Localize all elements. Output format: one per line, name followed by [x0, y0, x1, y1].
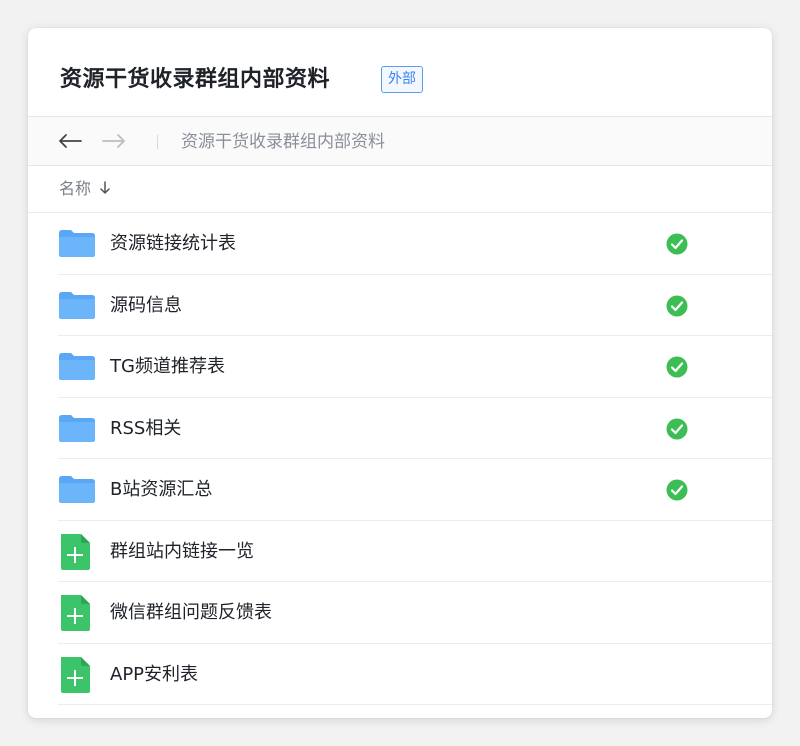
arrow-right-icon — [102, 134, 125, 148]
item-name: APP安利表 — [110, 663, 199, 685]
forward-button[interactable] — [100, 127, 128, 155]
item-name: 源码信息 — [110, 294, 182, 316]
sheet-row[interactable]: 微信群组问题反馈表 — [58, 582, 772, 644]
folder-row[interactable]: 资源链接统计表 — [58, 213, 772, 275]
folder-icon — [58, 290, 96, 324]
item-name: 微信群组问题反馈表 — [110, 602, 272, 623]
folder-row[interactable]: RSS相关 — [58, 398, 772, 459]
item-name: TG频道推荐表 — [110, 356, 225, 377]
item-name: 群组站内链接一览 — [110, 540, 254, 562]
name-column-sort[interactable]: 名称 — [59, 178, 91, 200]
check-circle-icon — [666, 418, 688, 444]
folder-icon — [58, 351, 96, 385]
check-circle-icon — [666, 479, 688, 505]
column-header: 名称 — [28, 166, 772, 213]
arrow-left-icon — [59, 134, 82, 148]
folder-icon — [58, 413, 96, 447]
folder-icon — [58, 228, 96, 262]
sheet-row[interactable]: 群组站内链接一览 — [58, 521, 772, 582]
item-name: 资源链接统计表 — [110, 233, 236, 254]
folder-row[interactable]: B站资源汇总 — [58, 459, 772, 521]
spreadsheet-icon — [58, 533, 92, 575]
folder-icon — [58, 474, 96, 508]
page-title: 资源干货收录群组内部资料 — [60, 67, 331, 92]
check-circle-icon — [666, 295, 688, 321]
spreadsheet-icon — [58, 656, 92, 698]
spreadsheet-icon — [58, 594, 92, 636]
back-button[interactable] — [56, 127, 84, 155]
nav-divider — [157, 135, 158, 149]
header: 资源干货收录群组内部资料 外部 — [28, 28, 772, 116]
breadcrumb[interactable]: 资源干货收录群组内部资料 — [181, 131, 385, 153]
item-name: B站资源汇总 — [110, 479, 213, 500]
check-circle-icon — [666, 356, 688, 382]
folder-row[interactable]: 源码信息 — [58, 275, 772, 336]
nav-bar: 资源干货收录群组内部资料 — [28, 116, 772, 166]
external-badge: 外部 — [381, 66, 423, 93]
file-browser-window: 资源干货收录群组内部资料 外部 资源干货收录群组内部资料 名称 资源链接统计表 … — [28, 28, 772, 718]
file-list: 资源链接统计表 源码信息 TG频道推荐表 RSS相关 B站资源汇总 群组站内链接… — [28, 213, 772, 705]
folder-row[interactable]: TG频道推荐表 — [58, 336, 772, 398]
sheet-row[interactable]: APP安利表 — [58, 644, 772, 705]
check-circle-icon — [666, 233, 688, 259]
item-name: RSS相关 — [110, 417, 182, 439]
sort-down-arrow-icon[interactable] — [100, 181, 110, 195]
